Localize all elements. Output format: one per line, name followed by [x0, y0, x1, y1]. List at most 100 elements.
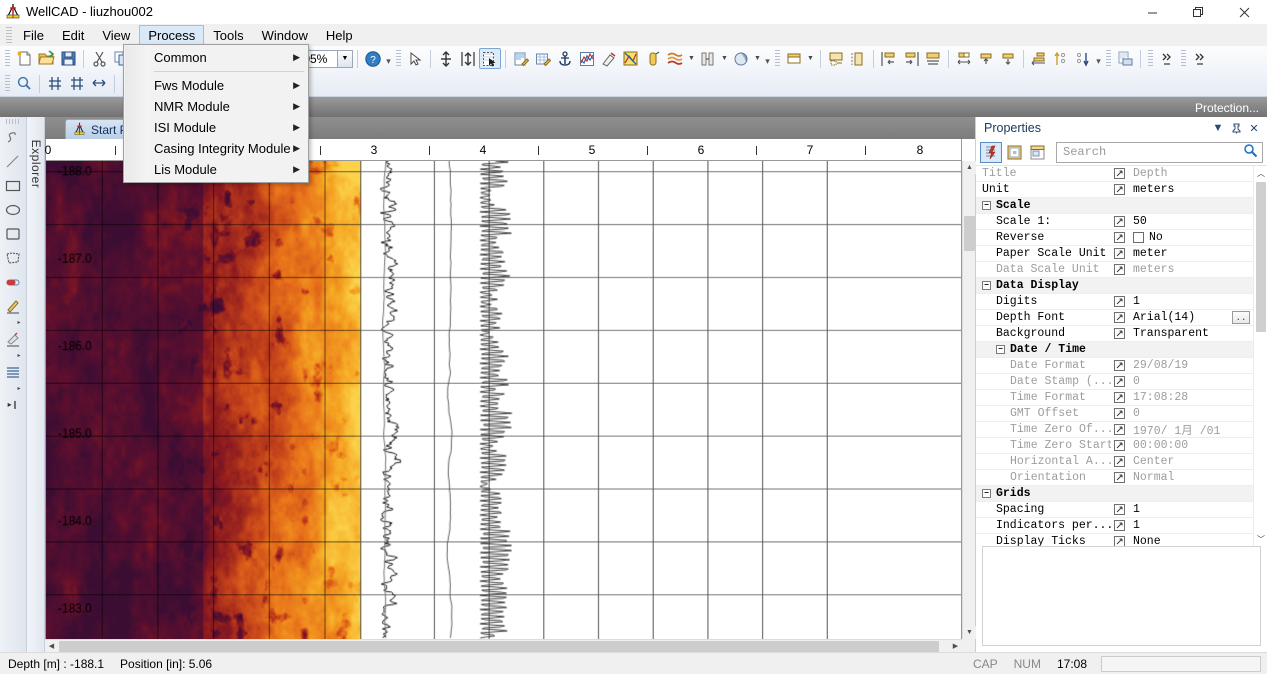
depth-shift-icon[interactable] — [44, 73, 66, 94]
toolbar-overflow-1[interactable]: ▾ — [384, 48, 393, 69]
columns-dropdown-icon[interactable]: ▼ — [719, 48, 730, 69]
property-row[interactable]: Title Depth — [976, 166, 1253, 182]
menu-item-common[interactable]: Common ▶ — [124, 47, 308, 68]
even-space-icon[interactable] — [1028, 48, 1050, 69]
track-icon[interactable] — [783, 48, 805, 69]
property-row[interactable]: Date Stamp (... 0 — [976, 374, 1253, 390]
property-value[interactable]: 29/08/19 — [1128, 359, 1253, 372]
expander-icon[interactable]: − — [982, 489, 991, 498]
property-row[interactable]: Unit meters — [976, 182, 1253, 198]
props-scroll-thumb[interactable] — [1256, 182, 1266, 332]
property-row[interactable]: Spacing 1 — [976, 502, 1253, 518]
property-row[interactable]: Time Zero Of... 1970/ 1月 /01 — [976, 422, 1253, 438]
crossplot-icon[interactable] — [576, 48, 598, 69]
scroll-down-icon[interactable]: ▼ — [963, 626, 976, 639]
property-value[interactable]: 1 — [1128, 295, 1253, 308]
property-link-icon[interactable] — [1111, 440, 1128, 451]
maximize-restore-button[interactable] — [1175, 0, 1221, 24]
property-value[interactable]: 50 — [1128, 215, 1253, 228]
props-scroll-up-icon[interactable]: ︿ — [1254, 166, 1267, 180]
drawtools-collapse-icon[interactable]: ▸❙ — [2, 397, 25, 411]
menu-item-casing-integrity-module[interactable]: Casing Integrity Module ▶ — [124, 138, 308, 159]
property-group[interactable]: − Scale — [976, 198, 1253, 214]
expander-icon[interactable]: − — [982, 281, 991, 290]
alphabetic-icon[interactable]: ≡ — [1003, 142, 1025, 163]
page-setup-icon[interactable] — [1114, 48, 1136, 69]
toolbar-grip-6[interactable] — [1181, 49, 1186, 68]
toolbar-overflow-3[interactable]: ▾ — [1094, 48, 1103, 69]
rose-dropdown-icon[interactable]: ▼ — [752, 48, 763, 69]
close-button[interactable] — [1221, 0, 1267, 24]
track-properties-icon[interactable] — [847, 48, 869, 69]
browse-button[interactable]: .. — [1232, 311, 1250, 324]
property-link-icon[interactable] — [1111, 312, 1128, 323]
columns-icon[interactable] — [697, 48, 719, 69]
save-icon[interactable] — [57, 48, 79, 69]
property-row[interactable]: Orientation Normal — [976, 470, 1253, 486]
sort-up-icon[interactable] — [1050, 48, 1072, 69]
collapse-right-icon[interactable] — [1189, 48, 1211, 69]
checkbox[interactable] — [1133, 232, 1144, 243]
property-group[interactable]: − Grids — [976, 486, 1253, 502]
property-value[interactable]: Depth — [1128, 167, 1253, 180]
toolbar-grip[interactable] — [5, 49, 10, 68]
scroll-left-icon[interactable]: ◀ — [45, 640, 58, 653]
toolbar-grip-5[interactable] — [1148, 49, 1153, 68]
scroll-up-icon[interactable]: ▲ — [963, 161, 976, 174]
core-icon[interactable] — [642, 48, 664, 69]
property-value[interactable]: 00:00:00 — [1128, 439, 1253, 452]
help-icon[interactable]: ? — [362, 48, 384, 69]
property-value[interactable]: Normal — [1128, 471, 1253, 484]
anchor-icon[interactable] — [554, 48, 576, 69]
property-link-icon[interactable] — [1111, 392, 1128, 403]
expander-icon[interactable]: − — [982, 201, 991, 210]
property-row[interactable]: Horizontal A... Center — [976, 454, 1253, 470]
property-value[interactable]: 1 — [1128, 519, 1253, 532]
property-link-icon[interactable] — [1111, 408, 1128, 419]
collapse-left-icon[interactable] — [1156, 48, 1178, 69]
property-group[interactable]: − Date / Time — [976, 342, 1253, 358]
layers-dropdown-icon[interactable]: ▼ — [686, 48, 697, 69]
property-value[interactable]: Arial(14).. — [1128, 311, 1253, 324]
log-vertical-scrollbar[interactable]: ▲ ▼ — [962, 161, 976, 639]
menu-edit[interactable]: Edit — [53, 25, 93, 46]
property-row[interactable]: Reverse No — [976, 230, 1253, 246]
rose-icon[interactable] — [730, 48, 752, 69]
log-horizontal-scrollbar[interactable]: ◀ ▶ — [45, 639, 962, 652]
property-row[interactable]: Date Format 29/08/19 — [976, 358, 1253, 374]
property-row[interactable]: Time Format 17:08:28 — [976, 390, 1253, 406]
toolbar-grip-2[interactable] — [396, 49, 401, 68]
toolbar-grip-3[interactable] — [775, 49, 780, 68]
property-row[interactable]: Paper Scale Unit meter — [976, 246, 1253, 262]
protection-label[interactable]: Protection... — [1195, 101, 1259, 115]
property-value[interactable]: No — [1128, 231, 1253, 244]
expander-icon[interactable]: − — [996, 345, 1005, 354]
pages-icon[interactable] — [1026, 142, 1048, 163]
pencil-icon[interactable] — [2, 294, 25, 318]
search-icon[interactable] — [1243, 143, 1258, 161]
property-link-icon[interactable] — [1111, 520, 1128, 531]
annotate-icon[interactable] — [620, 48, 642, 69]
pencil-dropdown-icon[interactable]: ▸ — [2, 318, 25, 327]
property-value[interactable]: 0 — [1128, 407, 1253, 420]
props-scroll-down-icon[interactable]: ﹀ — [1254, 532, 1267, 546]
zoom-icon[interactable] — [13, 73, 35, 94]
align-bottom-icon[interactable] — [997, 48, 1019, 69]
property-link-icon[interactable] — [1111, 536, 1128, 546]
distribute-h-icon[interactable] — [953, 48, 975, 69]
menu-file[interactable]: File — [14, 25, 53, 46]
highlighter-dropdown-icon[interactable]: ▸ — [2, 351, 25, 360]
property-link-icon[interactable] — [1111, 168, 1128, 179]
property-link-icon[interactable] — [1111, 184, 1128, 195]
property-link-icon[interactable] — [1111, 328, 1128, 339]
explorer-panel-tab[interactable]: Explorer — [27, 117, 45, 652]
properties-grid[interactable]: Title Depth Unit meters − Scale Scale 1: 50 Reve… — [976, 165, 1267, 546]
menu-process[interactable]: Process — [139, 24, 205, 46]
property-row[interactable]: Indicators per... 1 — [976, 518, 1253, 534]
open-folder-icon[interactable] — [35, 48, 57, 69]
polygon-icon[interactable] — [2, 246, 25, 270]
ellipse-icon[interactable] — [2, 198, 25, 222]
menu-item-fws-module[interactable]: Fws Module ▶ — [124, 75, 308, 96]
menu-help[interactable]: Help — [317, 25, 362, 46]
menu-view[interactable]: View — [93, 25, 139, 46]
